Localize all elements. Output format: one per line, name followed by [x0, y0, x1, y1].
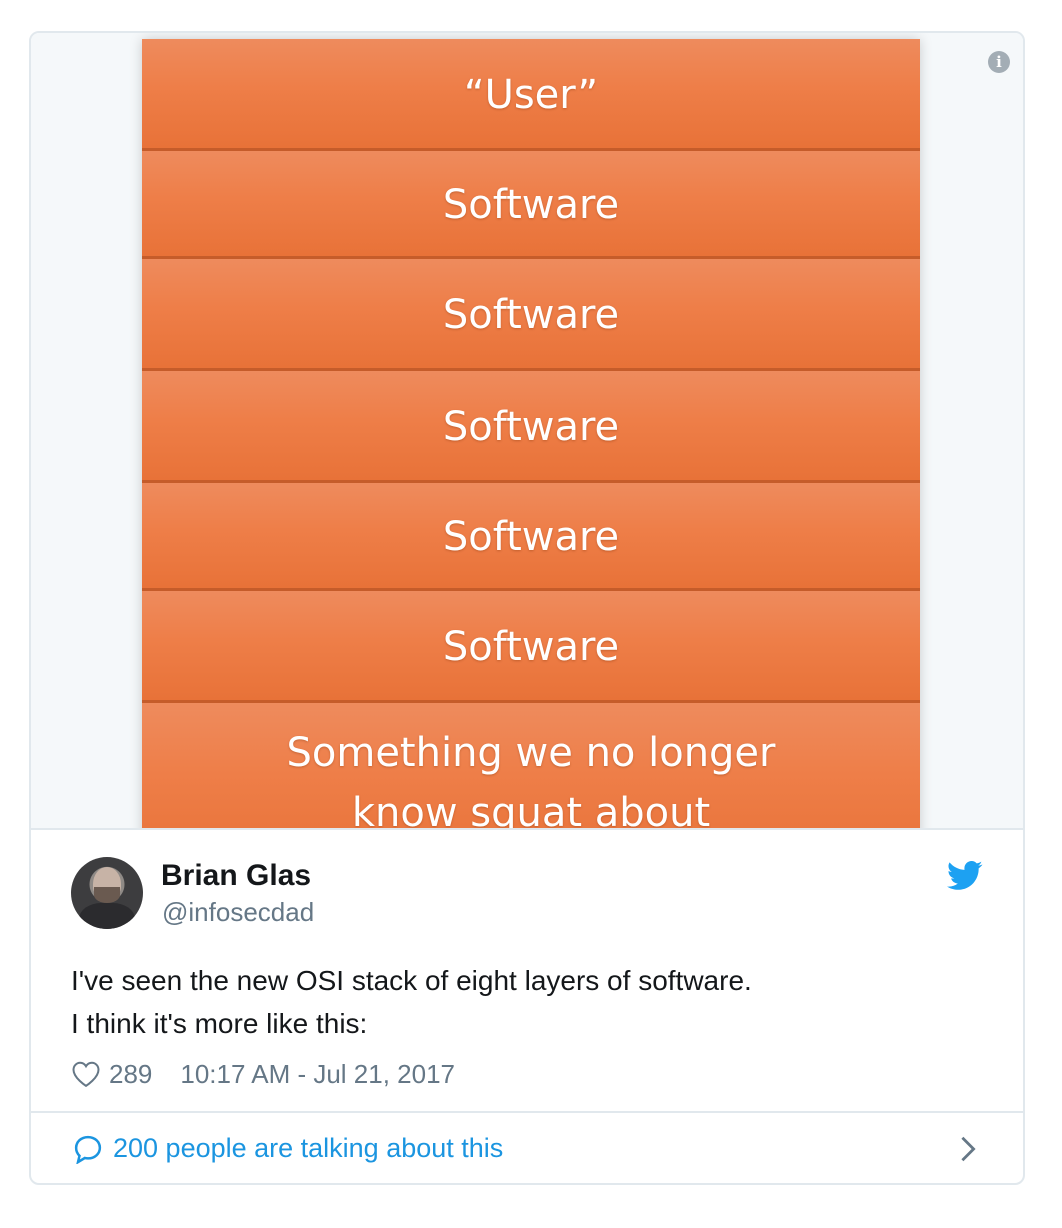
stack-layer-label: Software	[442, 514, 620, 560]
tweet-text-line: I think it's more like this:	[71, 1008, 368, 1039]
stack-layer-label: Something we no longer know squat about	[286, 730, 776, 828]
avatar-body	[79, 903, 135, 929]
stack-layer-software: Software	[142, 259, 920, 371]
tweet-meta: 289 10:17 AM - Jul 21, 2017	[71, 1057, 455, 1091]
like-count[interactable]: 289	[109, 1059, 152, 1090]
conversation-link[interactable]: 200 people are talking about this	[31, 1113, 1023, 1183]
stack-layer-label: Software	[442, 404, 620, 450]
twitter-bird-icon[interactable]	[947, 861, 983, 891]
stack-layer-bottom: Something we no longer know squat about	[142, 703, 920, 828]
avatar[interactable]	[71, 857, 143, 929]
info-icon[interactable]: i	[988, 51, 1010, 73]
tweet-timestamp[interactable]: 10:17 AM - Jul 21, 2017	[180, 1059, 455, 1090]
speech-bubble-icon	[74, 1135, 102, 1164]
stack-layer-label: Software	[442, 624, 620, 670]
heart-icon[interactable]	[71, 1060, 101, 1088]
chevron-right-icon[interactable]	[959, 1135, 977, 1163]
stack-layer-label: Software	[442, 182, 620, 228]
tweet-media-image[interactable]: “User” Software Software Software Softwa…	[31, 33, 1023, 828]
tweet-text-line: I've seen the new OSI stack of eight lay…	[71, 965, 752, 996]
stack-layer-user: “User”	[142, 39, 920, 151]
conversation-label[interactable]: 200 people are talking about this	[113, 1133, 503, 1164]
osi-stack-diagram: “User” Software Software Software Softwa…	[142, 39, 920, 828]
media-divider	[31, 828, 1023, 830]
stack-layer-label: “User”	[463, 72, 599, 118]
stack-layer-software: Software	[142, 483, 920, 591]
stack-layer-label: Software	[442, 292, 620, 338]
stack-layer-software: Software	[142, 371, 920, 483]
stack-layer-software: Software	[142, 591, 920, 703]
avatar-beard	[94, 887, 120, 903]
author-name[interactable]: Brian Glas	[161, 859, 311, 893]
embedded-tweet-card: “User” Software Software Software Softwa…	[29, 31, 1025, 1185]
author-handle[interactable]: @infosecdad	[162, 897, 314, 928]
stack-layer-software: Software	[142, 151, 920, 259]
tweet-text: I've seen the new OSI stack of eight lay…	[71, 959, 971, 1045]
